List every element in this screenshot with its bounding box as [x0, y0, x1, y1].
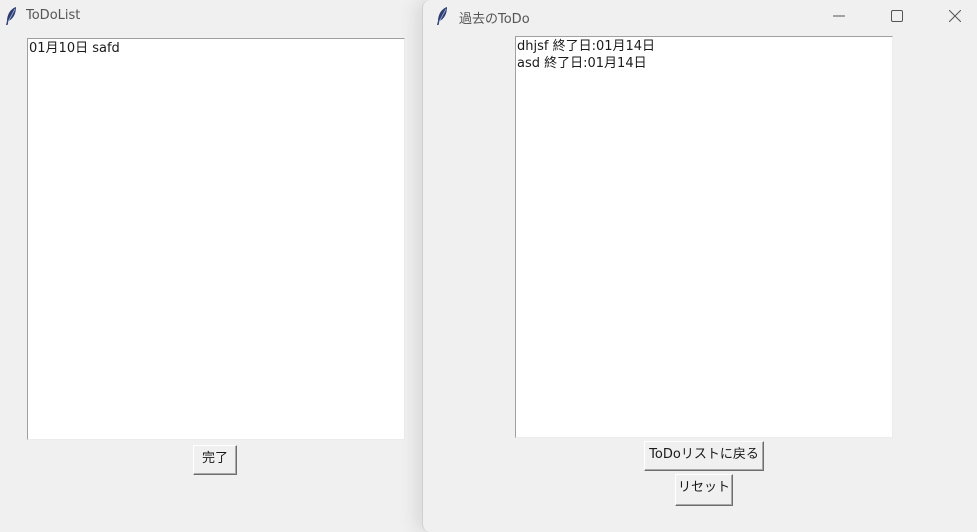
- todo-list-item[interactable]: 01月10日 safd: [29, 40, 403, 57]
- history-window-title: 過去のToDo: [459, 12, 530, 27]
- close-icon: [949, 10, 961, 22]
- history-window: 過去のToDo dhjsf 終了日:01月14日 asd 終了日:01月14日 …: [422, 0, 977, 532]
- close-button[interactable]: [932, 0, 977, 32]
- todo-window: ToDoList 01月10日 safd 完了: [0, 0, 440, 532]
- maximize-icon: [891, 10, 903, 22]
- minimize-button[interactable]: [816, 0, 862, 32]
- todo-window-title: ToDoList: [26, 8, 81, 23]
- maximize-button[interactable]: [874, 0, 920, 32]
- reset-button[interactable]: リセット: [675, 474, 733, 506]
- todo-listbox[interactable]: 01月10日 safd: [27, 38, 405, 440]
- back-to-todo-button[interactable]: ToDoリストに戻る: [644, 441, 764, 471]
- history-list-item[interactable]: asd 終了日:01月14日: [517, 55, 891, 72]
- complete-button[interactable]: 完了: [193, 445, 237, 475]
- history-list-item[interactable]: dhjsf 終了日:01月14日: [517, 38, 891, 55]
- minimize-icon: [833, 15, 845, 17]
- todo-titlebar[interactable]: ToDoList: [0, 0, 440, 32]
- feather-icon: [437, 7, 447, 25]
- history-listbox[interactable]: dhjsf 終了日:01月14日 asd 終了日:01月14日: [515, 36, 893, 438]
- feather-icon: [6, 7, 16, 25]
- history-titlebar[interactable]: 過去のToDo: [423, 0, 977, 32]
